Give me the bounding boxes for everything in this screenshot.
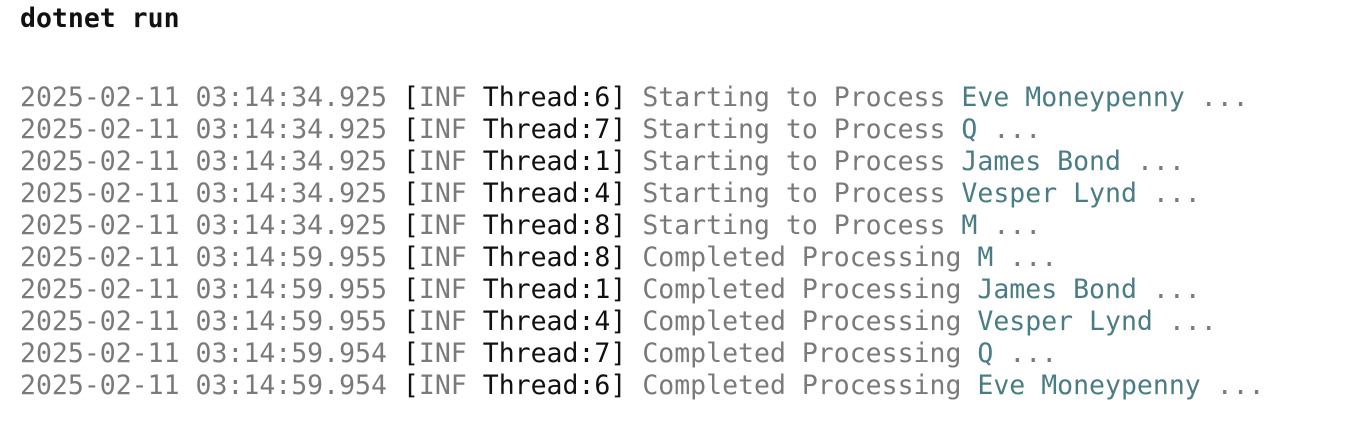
log-name: James Bond xyxy=(977,274,1137,305)
log-level: INF xyxy=(418,178,467,209)
log-thread: Thread:6 xyxy=(482,370,611,401)
log-level: INF xyxy=(418,338,467,369)
log-name: Q xyxy=(977,338,994,369)
log-line: 2025-02-11 03:14:34.925 [INF Thread:1] S… xyxy=(20,146,1265,178)
log-level: INF xyxy=(418,370,467,401)
log-bracket-open: [ xyxy=(402,242,419,273)
log-name: Vesper Lynd xyxy=(961,178,1137,209)
log-name: James Bond xyxy=(961,146,1121,177)
terminal-window: dotnet run 2025-02-11 03:14:34.925 [INF … xyxy=(0,0,1348,424)
log-thread: Thread:1 xyxy=(482,274,611,305)
log-bracket-open: [ xyxy=(402,306,419,337)
log-message: Completed Processing xyxy=(642,242,962,273)
log-line: 2025-02-11 03:14:59.954 [INF Thread:7] C… xyxy=(20,338,1265,370)
log-bracket-open: [ xyxy=(402,178,419,209)
log-suffix: ... xyxy=(1200,82,1249,113)
log-message: Starting to Process xyxy=(642,82,946,113)
log-timestamp: 2025-02-11 03:14:59.955 xyxy=(20,306,387,337)
log-name: M xyxy=(961,210,978,241)
log-timestamp: 2025-02-11 03:14:59.954 xyxy=(20,370,387,401)
log-bracket-open: [ xyxy=(402,274,419,305)
log-timestamp: 2025-02-11 03:14:34.925 xyxy=(20,114,387,145)
log-suffix: ... xyxy=(1216,370,1265,401)
log-level: INF xyxy=(418,242,467,273)
log-name: Eve Moneypenny xyxy=(977,370,1201,401)
log-thread: Thread:4 xyxy=(482,306,611,337)
log-thread: Thread:7 xyxy=(482,114,611,145)
log-level: INF xyxy=(418,82,467,113)
log-thread: Thread:8 xyxy=(482,242,611,273)
log-timestamp: 2025-02-11 03:14:34.925 xyxy=(20,146,387,177)
log-bracket-close: ] xyxy=(610,114,627,145)
log-timestamp: 2025-02-11 03:14:34.925 xyxy=(20,82,387,113)
log-level: INF xyxy=(418,274,467,305)
log-message: Completed Processing xyxy=(642,306,962,337)
log-bracket-open: [ xyxy=(402,210,419,241)
log-thread: Thread:7 xyxy=(482,338,611,369)
log-message: Completed Processing xyxy=(642,338,962,369)
log-suffix: ... xyxy=(1152,178,1201,209)
log-output: 2025-02-11 03:14:34.925 [INF Thread:6] S… xyxy=(20,82,1265,402)
log-bracket-open: [ xyxy=(402,370,419,401)
log-bracket-close: ] xyxy=(610,242,627,273)
log-bracket-open: [ xyxy=(402,338,419,369)
log-message: Starting to Process xyxy=(642,146,946,177)
command-line: dotnet run xyxy=(20,3,180,34)
log-line: 2025-02-11 03:14:34.925 [INF Thread:7] S… xyxy=(20,114,1265,146)
log-timestamp: 2025-02-11 03:14:59.955 xyxy=(20,242,387,273)
log-bracket-close: ] xyxy=(610,146,627,177)
log-bracket-open: [ xyxy=(402,114,419,145)
log-line: 2025-02-11 03:14:59.955 [INF Thread:8] C… xyxy=(20,242,1265,274)
log-level: INF xyxy=(418,114,467,145)
log-line: 2025-02-11 03:14:59.955 [INF Thread:1] C… xyxy=(20,274,1265,306)
log-message: Starting to Process xyxy=(642,114,946,145)
log-timestamp: 2025-02-11 03:14:59.954 xyxy=(20,338,387,369)
log-suffix: ... xyxy=(1152,274,1201,305)
log-line: 2025-02-11 03:14:34.925 [INF Thread:4] S… xyxy=(20,178,1265,210)
log-thread: Thread:1 xyxy=(482,146,611,177)
log-line: 2025-02-11 03:14:59.955 [INF Thread:4] C… xyxy=(20,306,1265,338)
log-bracket-close: ] xyxy=(610,274,627,305)
log-suffix: ... xyxy=(1136,146,1185,177)
log-message: Starting to Process xyxy=(642,178,946,209)
log-bracket-close: ] xyxy=(610,306,627,337)
log-name: M xyxy=(977,242,994,273)
log-name: Eve Moneypenny xyxy=(961,82,1185,113)
log-timestamp: 2025-02-11 03:14:59.955 xyxy=(20,274,387,305)
log-line: 2025-02-11 03:14:34.925 [INF Thread:6] S… xyxy=(20,82,1265,114)
log-suffix: ... xyxy=(993,114,1042,145)
log-suffix: ... xyxy=(1009,338,1058,369)
log-level: INF xyxy=(418,210,467,241)
log-thread: Thread:6 xyxy=(482,82,611,113)
log-bracket-close: ] xyxy=(610,370,627,401)
log-bracket-open: [ xyxy=(402,82,419,113)
log-line: 2025-02-11 03:14:34.925 [INF Thread:8] S… xyxy=(20,210,1265,242)
log-message: Starting to Process xyxy=(642,210,946,241)
log-suffix: ... xyxy=(1009,242,1058,273)
log-thread: Thread:4 xyxy=(482,178,611,209)
log-thread: Thread:8 xyxy=(482,210,611,241)
log-timestamp: 2025-02-11 03:14:34.925 xyxy=(20,210,387,241)
log-suffix: ... xyxy=(1168,306,1217,337)
log-name: Vesper Lynd xyxy=(977,306,1153,337)
log-level: INF xyxy=(418,146,467,177)
log-bracket-close: ] xyxy=(610,338,627,369)
log-suffix: ... xyxy=(993,210,1042,241)
log-timestamp: 2025-02-11 03:14:34.925 xyxy=(20,178,387,209)
log-line: 2025-02-11 03:14:59.954 [INF Thread:6] C… xyxy=(20,370,1265,402)
log-message: Completed Processing xyxy=(642,370,962,401)
log-message: Completed Processing xyxy=(642,274,962,305)
log-bracket-close: ] xyxy=(610,210,627,241)
log-bracket-close: ] xyxy=(610,178,627,209)
log-bracket-open: [ xyxy=(402,146,419,177)
log-bracket-close: ] xyxy=(610,82,627,113)
log-name: Q xyxy=(961,114,978,145)
log-level: INF xyxy=(418,306,467,337)
